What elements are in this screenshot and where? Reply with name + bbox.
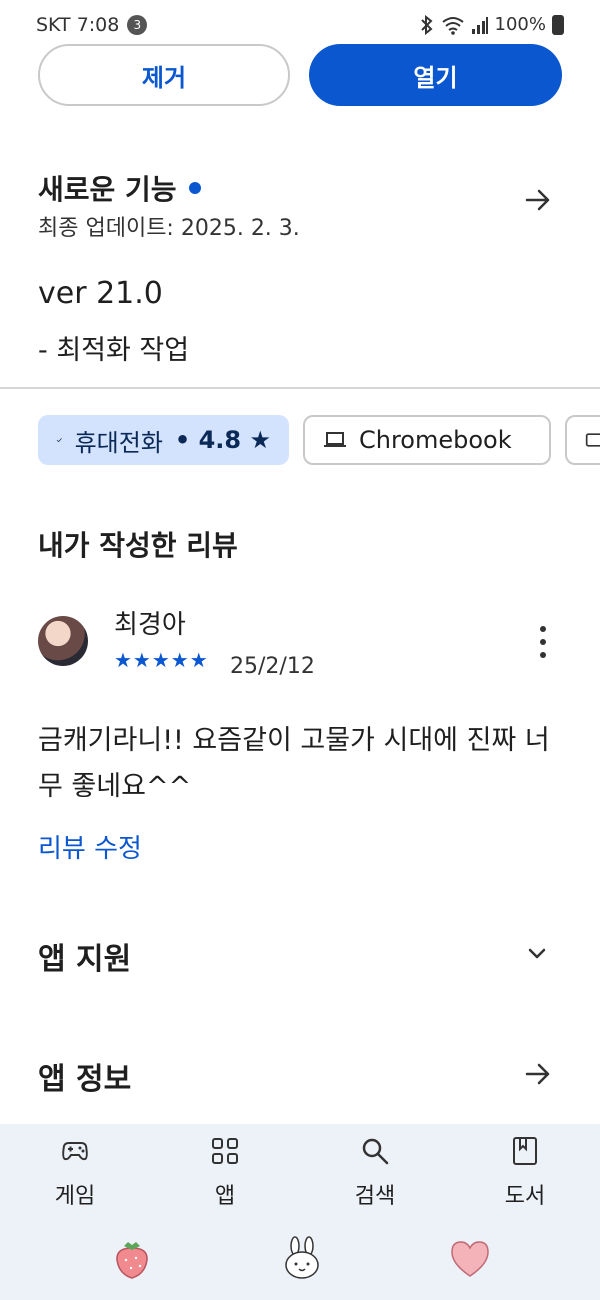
version-text: ver 21.0 — [38, 276, 163, 311]
nav-search[interactable]: 검색 — [330, 1134, 420, 1210]
search-icon — [362, 1138, 389, 1165]
signal-icon — [471, 16, 488, 34]
device-chips: 휴대전화 • 4.8 ★ Chromebook — [38, 415, 600, 465]
notification-count-badge: 3 — [127, 15, 148, 35]
status-left: SKT 7:08 3 — [36, 14, 148, 36]
open-button[interactable]: 열기 — [309, 44, 562, 106]
review-text: 금캐기라니!! 요즘같이 고물가 시대에 진짜 너무 좋네요^^ — [38, 725, 550, 802]
chevron-down-icon[interactable] — [526, 942, 548, 964]
my-review-title: 내가 작성한 리뷰 — [38, 529, 238, 562]
divider — [0, 387, 600, 389]
chip-chromebook-label: Chromebook — [359, 426, 512, 454]
update-note: - 최적화 작업 — [38, 335, 190, 366]
gamepad-icon — [62, 1142, 88, 1161]
bluetooth-icon — [420, 14, 433, 35]
chip-tablet[interactable] — [565, 415, 600, 465]
avatar — [38, 616, 88, 666]
wifi-icon — [441, 16, 464, 35]
laptop-icon — [324, 432, 346, 447]
nav-books-label: 도서 — [504, 1184, 546, 1209]
status-right: 100% — [419, 14, 564, 35]
chip-phone-rating: • 4.8 ★ — [174, 426, 271, 454]
chip-phone[interactable]: 휴대전화 • 4.8 ★ — [38, 415, 289, 465]
check-icon — [56, 438, 62, 443]
remove-button[interactable]: 제거 — [38, 44, 290, 106]
emoji-row — [0, 1236, 600, 1288]
heart-icon — [451, 1241, 489, 1277]
nav-apps-label: 앱 — [214, 1184, 236, 1209]
apps-grid-icon — [212, 1138, 238, 1164]
book-icon — [513, 1137, 537, 1165]
app-support-row[interactable]: 앱 지원 — [38, 934, 131, 978]
whats-new-title-text: 새로운 기능 — [38, 173, 177, 206]
whats-new-title: 새로운 기능 — [38, 168, 201, 208]
more-vert-icon[interactable] — [536, 626, 550, 658]
app-info-row[interactable]: 앱 정보 — [38, 1054, 131, 1098]
battery-percent: 100% — [494, 14, 546, 35]
nav-apps[interactable]: 앱 — [180, 1134, 270, 1210]
bottom-navigation: 게임 앱 검색 도서 — [0, 1124, 600, 1300]
new-indicator-dot — [188, 182, 201, 194]
whats-new-section[interactable]: 새로운 기능 최종 업데이트: 2025. 2. 3. ver 21.0 - 최… — [0, 150, 600, 380]
arrow-right-icon[interactable] — [522, 184, 554, 216]
bunny-icon — [285, 1236, 319, 1279]
arrow-right-icon[interactable] — [522, 1058, 554, 1090]
nav-games[interactable]: 게임 — [30, 1134, 120, 1210]
star-rating: ★★★★★ — [114, 648, 209, 672]
tablet-icon — [585, 433, 600, 447]
nav-search-label: 검색 — [354, 1184, 396, 1209]
battery-icon — [552, 14, 564, 35]
carrier-time: SKT 7:08 — [36, 14, 120, 36]
nav-books[interactable]: 도서 — [480, 1134, 570, 1210]
last-updated: 최종 업데이트: 2025. 2. 3. — [38, 216, 300, 241]
edit-review-link[interactable]: 리뷰 수정 — [38, 828, 142, 865]
review-date: 25/2/12 — [230, 654, 315, 679]
reviewer-name: 최경아 — [114, 610, 186, 640]
strawberry-icon — [116, 1242, 148, 1279]
nav-games-label: 게임 — [54, 1184, 96, 1209]
chip-phone-label: 휴대전화 — [74, 428, 163, 457]
chip-chromebook[interactable]: Chromebook — [303, 415, 551, 465]
